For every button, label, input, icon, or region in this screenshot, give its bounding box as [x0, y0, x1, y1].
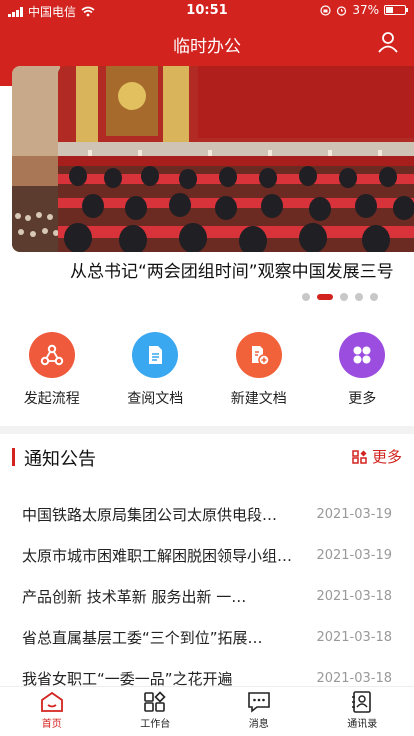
page-title: 临时办公 [173, 37, 241, 57]
notice-item[interactable]: 产品创新 技术革新 服务出新 一… 2021-03-18 [0, 576, 414, 617]
section-divider [0, 426, 414, 434]
more-actions-button[interactable]: 更多 [311, 332, 414, 412]
quick-actions: 发起流程 查阅文档 新建文档 更多 [0, 332, 414, 412]
notice-item[interactable]: 省总直属基层工委“三个到位”拓展… 2021-03-18 [0, 617, 414, 658]
status-bar: 中国电信 10:51 37% [0, 0, 414, 22]
notice-date: 2021-03-18 [316, 671, 392, 686]
notice-title: 中国铁路太原局集团公司太原供电段… [22, 506, 278, 524]
notice-title: 产品创新 技术革新 服务出新 一… [22, 588, 247, 606]
new-document-button[interactable]: 新建文档 [207, 332, 311, 412]
message-icon [247, 692, 270, 713]
tab-workbench[interactable]: 工作台 [104, 687, 208, 736]
rotation-lock-icon [320, 4, 331, 16]
notice-date: 2021-03-19 [316, 548, 392, 563]
notice-section-title: 通知公告 [24, 449, 96, 470]
notice-title: 省总直属基层工委“三个到位”拓展… [22, 629, 263, 647]
notice-item[interactable]: 太原市城市困难职工解困脱困领导小组… 2021-03-19 [0, 535, 414, 576]
new-document-icon [235, 332, 282, 378]
carousel-dot-active[interactable] [317, 294, 333, 300]
banner-carousel[interactable]: 从总书记“两会团组时间”观察中国发展三号 [0, 62, 414, 312]
battery-percent: 37% [352, 3, 379, 17]
action-label: 查阅文档 [127, 391, 184, 407]
action-label: 新建文档 [230, 391, 287, 407]
notice-header: 通知公告 更多 [0, 440, 414, 476]
notice-item[interactable]: 中国铁路太原局集团公司太原供电段… 2021-03-19 [0, 494, 414, 535]
notice-date: 2021-03-19 [316, 507, 392, 522]
status-right: 37% [320, 3, 408, 17]
notice-title: 太原市城市困难职工解困脱困领导小组… [22, 547, 293, 565]
carousel-dot[interactable] [355, 293, 363, 301]
notice-list: 中国铁路太原局集团公司太原供电段… 2021-03-19 太原市城市困难职工解困… [0, 494, 414, 699]
more-grid-icon [339, 332, 386, 378]
alarm-icon [337, 5, 347, 16]
document-icon [132, 332, 179, 378]
workbench-icon [144, 691, 166, 712]
tab-label: 首页 [41, 719, 62, 730]
carousel-dot[interactable] [370, 293, 378, 301]
tab-label: 工作台 [140, 719, 171, 730]
bottom-tab-bar: 首页 工作台 消息 通讯录 [0, 686, 414, 736]
action-label: 更多 [348, 391, 377, 407]
notice-date: 2021-03-18 [316, 589, 392, 604]
home-icon [40, 691, 63, 712]
carousel-dot[interactable] [340, 293, 348, 301]
tab-label: 消息 [248, 719, 269, 730]
more-list-icon [352, 449, 367, 464]
action-label: 发起流程 [23, 391, 80, 407]
banner-caption[interactable]: 从总书记“两会团组时间”观察中国发展三号 [70, 258, 410, 312]
tab-home[interactable]: 首页 [0, 687, 104, 736]
banner-image[interactable] [58, 66, 414, 252]
start-workflow-button[interactable]: 发起流程 [0, 332, 104, 412]
user-profile-icon[interactable] [376, 30, 400, 54]
tab-contacts[interactable]: 通讯录 [311, 687, 414, 736]
tab-messages[interactable]: 消息 [207, 687, 311, 736]
notice-more-link[interactable]: 更多 [352, 446, 402, 467]
more-label: 更多 [371, 448, 402, 466]
view-documents-button[interactable]: 查阅文档 [104, 332, 208, 412]
tab-label: 通讯录 [347, 719, 378, 730]
battery-icon [384, 5, 408, 15]
section-accent-bar [12, 448, 15, 466]
carousel-indicator [302, 293, 378, 301]
workflow-icon [28, 332, 75, 378]
banner-previous-slide[interactable] [12, 66, 60, 252]
carousel-dot[interactable] [302, 293, 310, 301]
contacts-icon [352, 691, 372, 713]
notice-date: 2021-03-18 [316, 630, 392, 645]
